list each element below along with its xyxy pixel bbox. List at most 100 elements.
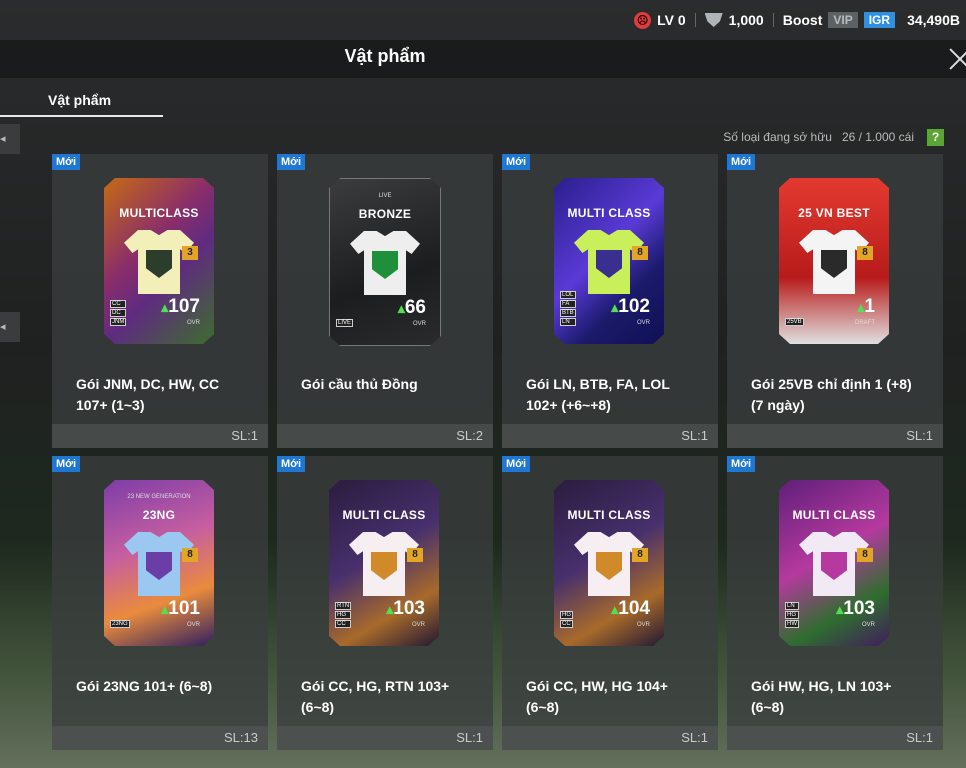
tab-underline (0, 115, 163, 117)
card-tags: HG CC (560, 611, 573, 628)
card-ovr: ▴1 (857, 296, 875, 318)
page-title: Vật phẩm (344, 46, 426, 66)
item-quantity: SL:13 (224, 730, 258, 745)
card-ovr: ▴102 (611, 296, 650, 318)
card-subtitle: LIVE (378, 193, 392, 199)
boost-label[interactable]: Boost (783, 12, 823, 28)
card-ovr: ▴104 (611, 598, 650, 620)
card-tag: RTN (335, 602, 352, 610)
level-badge: 8 (857, 246, 873, 260)
item-grid: Mới MULTICLASS 3 CC DC JNM ▴107 OVR Gói JN… (52, 154, 943, 750)
level-badge: 8 (407, 548, 423, 562)
level-badge: 8 (632, 548, 648, 562)
new-badge: Mới (502, 456, 531, 472)
item-name: Gói HW, HG, LN 103+ (6~8) (751, 676, 935, 718)
card-tag: DC (110, 309, 127, 317)
card-ovr: ▴101 (161, 598, 200, 620)
item-card[interactable]: Mới LIVE BRONZE LIVE ▴66 OVR Gói cầu thủ… (277, 154, 493, 448)
item-card[interactable]: Mới MULTI CLASS 8 RTN HG CC ▴103 OVR Gói C… (277, 456, 493, 750)
card-title: MULTICLASS (119, 206, 199, 220)
item-quantity: SL:1 (681, 730, 708, 745)
item-name: Gói CC, HG, RTN 103+ (6~8) (301, 676, 485, 718)
ovr-up-icon: ▴ (397, 300, 405, 316)
card-tag: LN (560, 318, 576, 326)
close-icon[interactable] (942, 44, 966, 74)
divider (772, 13, 774, 27)
card-tag: CC (110, 300, 127, 308)
card-tag: CC (560, 620, 573, 628)
vip-badge[interactable]: VIP (828, 12, 858, 28)
tab-items[interactable]: Vật phẩm (48, 92, 111, 108)
pack-card-image: MULTI CLASS 8 LOL FA BTB LN ▴102 OVR (554, 178, 664, 344)
card-ovr-value: 102 (618, 296, 650, 317)
level-text: LV 0 (657, 12, 686, 28)
level-badge: 8 (857, 548, 873, 562)
item-quantity: SL:1 (231, 428, 258, 443)
card-tag: LIVE (336, 319, 354, 327)
card-tags: RTN HG CC (335, 602, 352, 628)
item-name: Gói LN, BTB, FA, LOL 102+ (+6~+8) (526, 374, 710, 416)
level-badge: 8 (632, 246, 648, 260)
coin-amount: 1,000 (728, 12, 764, 28)
item-name-line1: Gói 25VB chỉ định 1 (+8) (751, 376, 912, 392)
new-badge: Mới (52, 456, 81, 472)
pack-card-image: MULTICLASS 3 CC DC JNM ▴107 OVR (104, 178, 214, 344)
item-name: Gói JNM, DC, HW, CC 107+ (1~3) (76, 374, 260, 416)
item-card[interactable]: Mới MULTI CLASS 8 LOL FA BTB LN ▴102 OVR Gó… (502, 154, 718, 448)
card-ovr-value: 103 (843, 598, 875, 619)
card-ovr-value: 101 (168, 598, 200, 619)
card-ovr-value: 107 (168, 296, 200, 317)
card-title: MULTI CLASS (567, 206, 651, 220)
card-tags: CC DC JNM (110, 300, 127, 326)
card-ovr-label: OVR (412, 321, 426, 327)
new-badge: Mới (52, 154, 81, 170)
item-card[interactable]: Mới MULTICLASS 3 CC DC JNM ▴107 OVR Gói JN… (52, 154, 268, 448)
card-tag: LN (785, 602, 799, 610)
item-name: Gói 23NG 101+ (6~8) (76, 676, 260, 697)
card-tag: HG (560, 611, 573, 619)
item-name-line1: Gói cầu thủ Đồng (301, 376, 418, 392)
card-ovr-label: OVR (411, 622, 425, 628)
level-badge: 8 (182, 548, 198, 562)
igr-badge[interactable]: IGR (863, 12, 896, 28)
item-card[interactable]: Mới 25 VN BEST 8 25VB ▴1 DRAFT Gói 25VB … (727, 154, 943, 448)
pack-card-image: MULTI CLASS 8 HG CC ▴104 OVR (554, 480, 664, 646)
item-name: Gói CC, HW, HG 104+ (6~8) (526, 676, 710, 718)
item-card[interactable]: Mới 23 NEW GENERATION 23NG 8 23NG ▴101 O… (52, 456, 268, 750)
balance-amount: 34,490B (907, 12, 960, 28)
side-collapse-button[interactable]: ◂ (0, 312, 20, 342)
coin-shield-icon (704, 13, 723, 27)
side-collapse-button[interactable]: ◂ (0, 124, 20, 154)
new-badge: Mới (277, 154, 306, 170)
level-face-icon: ☹ (634, 11, 652, 29)
card-tag: CC (335, 620, 352, 628)
card-tag: LOL (560, 291, 576, 299)
card-tag: BTB (560, 309, 576, 317)
new-badge: Mới (727, 456, 756, 472)
item-card[interactable]: Mới MULTI CLASS 8 LN HG HW ▴103 OVR Gói HW… (727, 456, 943, 750)
item-name: Gói 25VB chỉ định 1 (+8) (7 ngày) (751, 374, 935, 416)
item-name-line1: Gói LN, BTB, FA, LOL (526, 376, 670, 392)
item-name-line1: Gói 23NG 101+ (6~8) (76, 678, 213, 694)
card-title: 25 VN BEST (798, 206, 870, 220)
item-card[interactable]: Mới MULTI CLASS 8 HG CC ▴104 OVR Gói CC, … (502, 456, 718, 750)
help-icon[interactable]: ? (927, 129, 944, 146)
card-tag: HW (785, 620, 799, 628)
card-ovr-value: 1 (864, 296, 875, 317)
item-name-line2: 102+ (+6~+8) (526, 397, 611, 413)
item-quantity: SL:1 (681, 428, 708, 443)
item-name-line1: Gói HW, HG, LN 103+ (751, 678, 892, 694)
item-name-line2: (6~8) (751, 699, 785, 715)
card-tags: LN HG HW (785, 602, 799, 628)
card-ovr-label: DRAFT (855, 320, 875, 326)
card-tags: LOL FA BTB LN (560, 291, 576, 326)
card-ovr-label: OVR (636, 320, 650, 326)
card-title: 23NG (142, 508, 176, 522)
card-ovr: ▴103 (386, 598, 425, 620)
card-title: MULTI CLASS (342, 508, 426, 522)
card-title: MULTI CLASS (792, 508, 876, 522)
card-subtitle: 23 NEW GENERATION (127, 494, 191, 500)
card-ovr: ▴107 (161, 296, 200, 318)
card-ovr-label: OVR (636, 622, 650, 628)
level-badge: 3 (182, 246, 198, 260)
